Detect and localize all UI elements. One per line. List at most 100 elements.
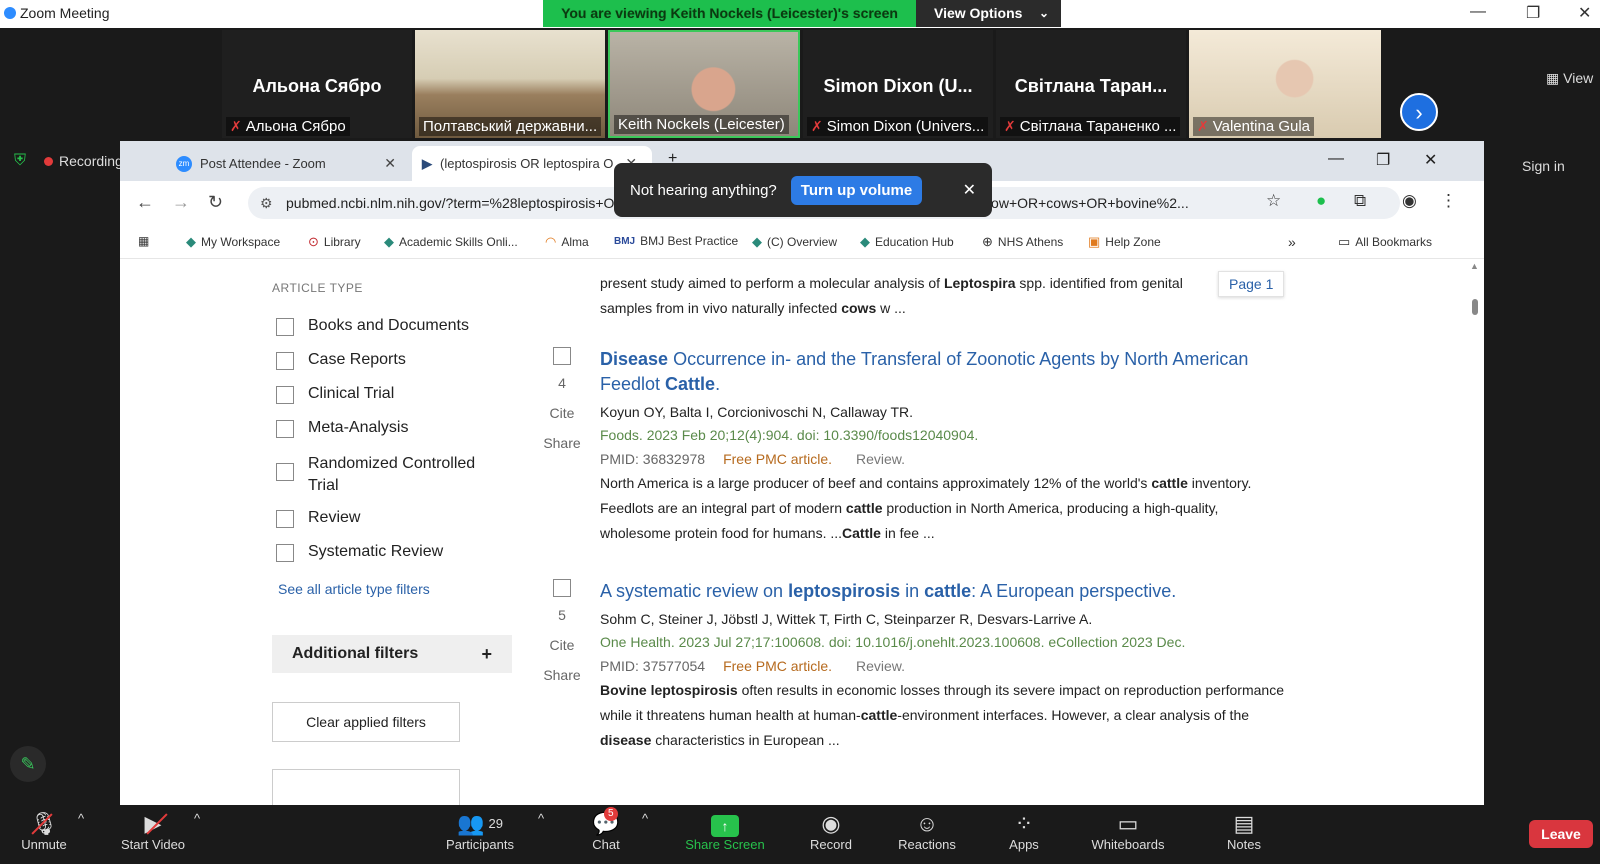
chevron-up-icon[interactable]: ^ — [538, 811, 544, 826]
chevron-up-icon[interactable]: ^ — [642, 811, 648, 826]
reload-icon[interactable]: ↻ — [208, 192, 223, 213]
result-number: 5 — [558, 607, 566, 623]
sign-in-link[interactable]: Sign in — [1522, 158, 1565, 174]
participant-tile[interactable]: Світлана Таран... ✗ Світлана Тараненко ..… — [996, 30, 1186, 138]
back-icon[interactable]: ← — [136, 192, 154, 213]
share-button[interactable]: Share — [538, 435, 586, 451]
all-bookmarks-button[interactable]: ▭ All Bookmarks — [1338, 234, 1432, 250]
bookmark-overview[interactable]: ◆ (C) Overview — [752, 234, 837, 250]
filter-systematic-review[interactable]: Systematic Review — [276, 543, 443, 562]
result-title-link[interactable]: Disease Occurrence in- and the Transfera… — [600, 347, 1290, 397]
participants-button[interactable]: 👥 29 Participants — [440, 811, 520, 852]
bookmark-help-zone[interactable]: ▣ Help Zone — [1088, 234, 1161, 250]
result-checkbox[interactable] — [553, 579, 571, 597]
checkbox[interactable] — [276, 510, 294, 528]
tab-label: (leptospirosis OR leptospira O — [440, 156, 614, 171]
chevron-up-icon[interactable]: ^ — [194, 811, 200, 826]
start-video-button[interactable]: ▶ Start Video — [116, 811, 190, 852]
bookmark-my-workspace[interactable]: ◆ My Workspace — [186, 234, 280, 250]
bookmark-favicon-icon: ◆ — [860, 234, 870, 249]
restore-icon[interactable]: ❐ — [1526, 3, 1540, 23]
filter-case-reports[interactable]: Case Reports — [276, 351, 406, 370]
participant-tile[interactable]: ✗ Valentina Gula — [1189, 30, 1381, 138]
forward-icon[interactable]: → — [172, 192, 190, 213]
chevron-up-icon[interactable]: ^ — [78, 811, 84, 826]
notes-button[interactable]: ▤ Notes — [1222, 811, 1266, 852]
chat-button[interactable]: 💬 5 Chat — [586, 807, 626, 852]
whiteboards-button[interactable]: ▭ Whiteboards — [1086, 811, 1170, 852]
result-title-link[interactable]: A systematic review on leptospirosis in … — [600, 579, 1290, 604]
filter-randomized-controlled-trial[interactable]: Randomized Controlled Trial — [276, 453, 496, 497]
close-tab-icon[interactable]: ✕ — [384, 155, 396, 172]
see-all-article-type-filters-link[interactable]: See all article type filters — [278, 581, 430, 597]
reactions-button[interactable]: ☺ Reactions — [894, 811, 960, 852]
bookmarks-overflow-icon[interactable]: » — [1288, 234, 1296, 250]
checkbox[interactable] — [276, 544, 294, 562]
gallery-next-icon[interactable]: › — [1400, 93, 1438, 131]
checkbox[interactable] — [276, 386, 294, 404]
participant-tile-active-speaker[interactable]: Keith Nockels (Leicester) — [608, 30, 800, 138]
turn-up-volume-button[interactable]: Turn up volume — [790, 175, 923, 205]
plus-icon: + — [481, 644, 492, 664]
filter-books-and-documents[interactable]: Books and Documents — [276, 317, 469, 336]
annotate-pencil-icon[interactable]: ✎ — [10, 746, 46, 782]
checkbox[interactable] — [276, 463, 294, 481]
chevron-down-icon: ⌄ — [1038, 6, 1049, 20]
close-icon[interactable]: ✕ — [963, 180, 976, 200]
checkbox[interactable] — [276, 318, 294, 336]
minimize-icon[interactable]: — — [1470, 3, 1486, 21]
close-icon[interactable]: ✕ — [1424, 150, 1437, 170]
recording-indicator[interactable]: ⛨ Recording ▾ — [14, 152, 134, 170]
chat-unread-badge: 5 — [604, 807, 618, 821]
result-authors: Sohm C, Steiner J, Jöbstl J, Wittek T, F… — [600, 611, 1093, 627]
participant-tile[interactable]: Simon Dixon (U... ✗ Simon Dixon (Univers.… — [803, 30, 993, 138]
apps-button[interactable]: ⁘ Apps — [1004, 811, 1044, 852]
unmute-button[interactable]: 🎙 Unmute — [16, 811, 72, 852]
bookmark-alma[interactable]: ◠ Alma — [545, 234, 589, 250]
cite-button[interactable]: Cite — [538, 637, 586, 653]
mic-muted-icon: ✗ — [1197, 118, 1209, 134]
checkbox[interactable] — [276, 352, 294, 370]
scrollbar-thumb[interactable] — [1472, 299, 1478, 315]
shared-browser-window: zm Post Attendee - Zoom ✕ ▶ (leptospiros… — [120, 141, 1484, 805]
additional-filters-button[interactable]: Additional filters + — [272, 635, 512, 673]
bookmark-library[interactable]: ⊙ Library — [308, 234, 361, 250]
result-checkbox[interactable] — [553, 347, 571, 365]
bookmark-academic-skills[interactable]: ◆ Academic Skills Onli... — [384, 234, 518, 250]
share-button[interactable]: Share — [538, 667, 586, 683]
apps-grid-icon[interactable]: ▦ — [138, 234, 149, 248]
zoom-favicon-icon: zm — [176, 155, 192, 172]
participant-tile[interactable]: Альона Сябро ✗ Альона Сябро — [222, 30, 412, 138]
tab-post-attendee[interactable]: zm Post Attendee - Zoom ✕ — [166, 146, 406, 181]
clear-applied-filters-button[interactable]: Clear applied filters — [272, 702, 460, 742]
checkbox[interactable] — [276, 420, 294, 438]
filter-review[interactable]: Review — [276, 509, 360, 528]
control-label: Unmute — [21, 837, 67, 852]
extension-icon[interactable]: ● — [1316, 191, 1326, 211]
scroll-up-icon[interactable]: ▲ — [1470, 261, 1479, 271]
leave-meeting-button[interactable]: Leave — [1529, 820, 1593, 848]
filter-clinical-trial[interactable]: Clinical Trial — [276, 385, 394, 404]
extensions-puzzle-icon[interactable]: ⧉ — [1354, 191, 1366, 211]
minimize-icon[interactable]: — — [1328, 150, 1344, 168]
bookmark-star-icon[interactable]: ☆ — [1266, 191, 1281, 211]
bookmark-education-hub[interactable]: ◆ Education Hub — [860, 234, 954, 250]
restore-icon[interactable]: ❐ — [1376, 150, 1390, 170]
partial-button[interactable] — [272, 769, 460, 805]
bookmark-bmj[interactable]: BMJ BMJ Best Practice — [614, 234, 738, 248]
filter-meta-analysis[interactable]: Meta-Analysis — [276, 419, 408, 438]
menu-dots-icon[interactable]: ⋮ — [1440, 191, 1457, 211]
bookmark-nhs-athens[interactable]: ⊕ NHS Athens — [982, 234, 1063, 250]
zoom-title-bar: Zoom Meeting You are viewing Keith Nocke… — [0, 0, 1600, 28]
view-options-label: View Options — [934, 5, 1023, 21]
page-scrollbar[interactable]: ▲ — [1470, 261, 1479, 805]
record-button[interactable]: ◉ Record — [806, 811, 856, 852]
participant-tile[interactable]: Полтавський державни... — [415, 30, 605, 138]
profile-avatar-icon[interactable]: ◉ — [1402, 191, 1417, 211]
cite-button[interactable]: Cite — [538, 405, 586, 421]
view-options-button[interactable]: View Options ⌄ — [916, 0, 1061, 27]
share-screen-button[interactable]: ↑ Share Screen — [682, 811, 768, 852]
view-button[interactable]: ▦ View — [1546, 70, 1593, 87]
site-info-icon[interactable]: ⚙ — [260, 187, 273, 219]
close-icon[interactable]: ✕ — [1578, 3, 1591, 23]
